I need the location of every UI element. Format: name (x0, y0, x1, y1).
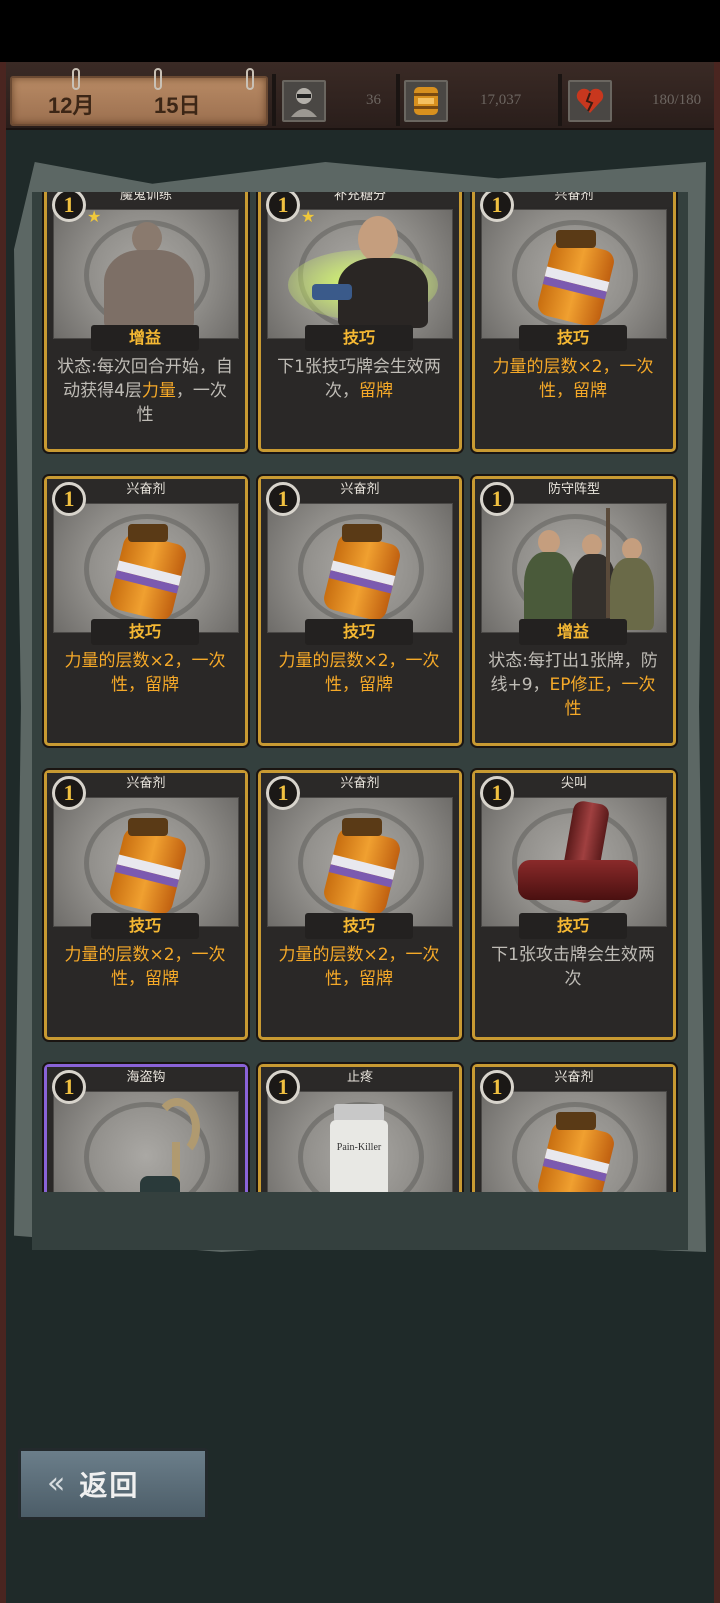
divider (272, 74, 276, 126)
card-art (267, 503, 453, 633)
deck-card[interactable]: 补充糖分 1 ★ 技巧 下1张技巧牌会生效两次，留牌 (258, 192, 462, 452)
stimulant-bottle-icon (321, 524, 403, 623)
card-desc-highlight: 力量的层数×2，一次性，留牌 (64, 945, 226, 989)
divider (396, 74, 400, 126)
card-desc-highlight: 力量的层数×2，一次性，留牌 (64, 651, 226, 695)
calendar-ring-icon (246, 68, 254, 90)
card-art (481, 209, 667, 339)
stimulant-bottle-icon (107, 524, 189, 623)
card-desc-highlight: EP修正，一次性 (549, 675, 656, 719)
card-art (267, 797, 453, 927)
card-type: 增益 (519, 619, 627, 645)
card-type: 增益 (91, 325, 199, 351)
card-cost: 1 (266, 776, 300, 810)
card-description: 下1张攻击牌会生效两次 (485, 943, 661, 991)
card-description: 力量的层数×2，一次性，留牌 (271, 649, 447, 697)
top-bar: 12月 15日 36 17,037 180/180 (6, 62, 714, 130)
star-icon: ★ (87, 207, 102, 226)
card-cost: 1 (266, 1070, 300, 1104)
card-art (481, 503, 667, 633)
card-desc-highlight: 留牌 (359, 381, 393, 401)
deck-card[interactable]: 兴奋剂 1 技巧 力量的层数×2，一次性，留牌 (44, 476, 248, 746)
card-description: 力量的层数×2，一次性，留牌 (485, 355, 661, 403)
card-description: 力量的层数×2，一次性，留牌 (57, 943, 233, 991)
pill-label: Pain-Killer (336, 1142, 382, 1153)
back-button-label: 返回 (79, 1469, 140, 1502)
stimulant-bottle-icon (107, 818, 189, 917)
card-art (53, 209, 239, 339)
card-description: 力量的层数×2，一次性，留牌 (271, 943, 447, 991)
deck-card[interactable]: 兴奋剂 1 技巧 力量的层数×2，一次性，留牌 (472, 192, 676, 452)
deck-card[interactable]: 尖叫 1 技巧 下1张攻击牌会生效两次 (472, 770, 676, 1040)
card-art (267, 209, 453, 339)
card-cost: 1 (480, 482, 514, 516)
card-desc-highlight: 力量 (141, 381, 176, 401)
star-icon: ★ (301, 207, 316, 226)
deck-card[interactable]: 防守阵型 1 增益 状态:每打出1张牌，防线+9，EP修正，一次性 (472, 476, 676, 746)
card-description: 下1张技巧牌会生效两次，留牌 (271, 355, 447, 403)
card-desc-highlight: 力量的层数×2，一次性，留牌 (492, 357, 654, 401)
card-grid[interactable]: 魔鬼训练 1 ★ 增益 状态:每次回合开始，自动获得4层力量，一次性 补充糖分 1 ★ 技巧 下1… (32, 192, 688, 1192)
double-arrow-left-icon: « (47, 1466, 66, 1501)
card-art: Pain-Killer (267, 1091, 453, 1192)
card-type: 技巧 (519, 913, 627, 939)
back-button[interactable]: « 返回 (18, 1448, 208, 1520)
card-type: 技巧 (305, 619, 413, 645)
coin-barrel-icon[interactable] (404, 80, 448, 122)
heart-icon[interactable] (568, 80, 612, 122)
deck-card[interactable]: 海盗钩 1 (44, 1064, 248, 1192)
card-art (53, 503, 239, 633)
divider (558, 74, 562, 126)
card-type: 技巧 (519, 325, 627, 351)
avatar-icon[interactable] (282, 80, 326, 122)
card-type: 技巧 (305, 913, 413, 939)
card-description: 状态:每次回合开始，自动获得4层力量，一次性 (57, 355, 233, 427)
card-type: 技巧 (91, 913, 199, 939)
card-desc-highlight: 力量的层数×2，一次性，留牌 (278, 651, 440, 695)
calendar-ring-icon (154, 68, 162, 90)
calendar: 12月 15日 (10, 68, 268, 126)
card-art (481, 797, 667, 927)
status-bar (0, 0, 720, 62)
card-art (481, 1091, 667, 1192)
card-description: 状态:每打出1张牌，防线+9，EP修正，一次性 (485, 649, 661, 721)
health-value: 180/180 (652, 92, 702, 108)
card-panel: 魔鬼训练 1 ★ 增益 状态:每次回合开始，自动获得4层力量，一次性 补充糖分 1 ★ 技巧 下1… (32, 192, 688, 1250)
card-desc-highlight: 力量的层数×2，一次性，留牌 (278, 945, 440, 989)
card-desc-text: 下1张攻击牌会生效两次 (491, 945, 655, 989)
card-cost: 1 (266, 482, 300, 516)
stimulant-bottle-icon (321, 818, 403, 917)
stimulant-bottle-icon (535, 230, 617, 329)
deck-card[interactable]: 兴奋剂 1 (472, 1064, 676, 1192)
deck-card[interactable]: 魔鬼训练 1 ★ 增益 状态:每次回合开始，自动获得4层力量，一次性 (44, 192, 248, 452)
card-cost: 1 (480, 776, 514, 810)
card-cost: 1 (480, 1070, 514, 1104)
calendar-ring-icon (72, 68, 80, 90)
deck-card[interactable]: 兴奋剂 1 技巧 力量的层数×2，一次性，留牌 (258, 476, 462, 746)
coins-value: 17,037 (480, 92, 522, 108)
card-cost: 1 (52, 776, 86, 810)
card-type: 技巧 (91, 619, 199, 645)
card-description: 力量的层数×2，一次性，留牌 (57, 649, 233, 697)
card-art (53, 797, 239, 927)
avatar-value: 36 (366, 92, 381, 108)
card-cost: 1 (52, 482, 86, 516)
calendar-day: 15日 (154, 93, 201, 118)
card-art (53, 1091, 239, 1192)
stimulant-bottle-icon (535, 1112, 617, 1192)
deck-screen: 12月 15日 36 17,037 180/180 魔鬼训练 1 ★ 增益 状态:每次回… (0, 62, 720, 1603)
deck-card[interactable]: 兴奋剂 1 技巧 力量的层数×2，一次性，留牌 (44, 770, 248, 1040)
calendar-month: 12月 (48, 93, 95, 118)
card-cost: 1 (52, 1070, 86, 1104)
deck-card[interactable]: 兴奋剂 1 技巧 力量的层数×2，一次性，留牌 (258, 770, 462, 1040)
card-type: 技巧 (305, 325, 413, 351)
deck-card[interactable]: 止疼 Pain-Killer 1 (258, 1064, 462, 1192)
